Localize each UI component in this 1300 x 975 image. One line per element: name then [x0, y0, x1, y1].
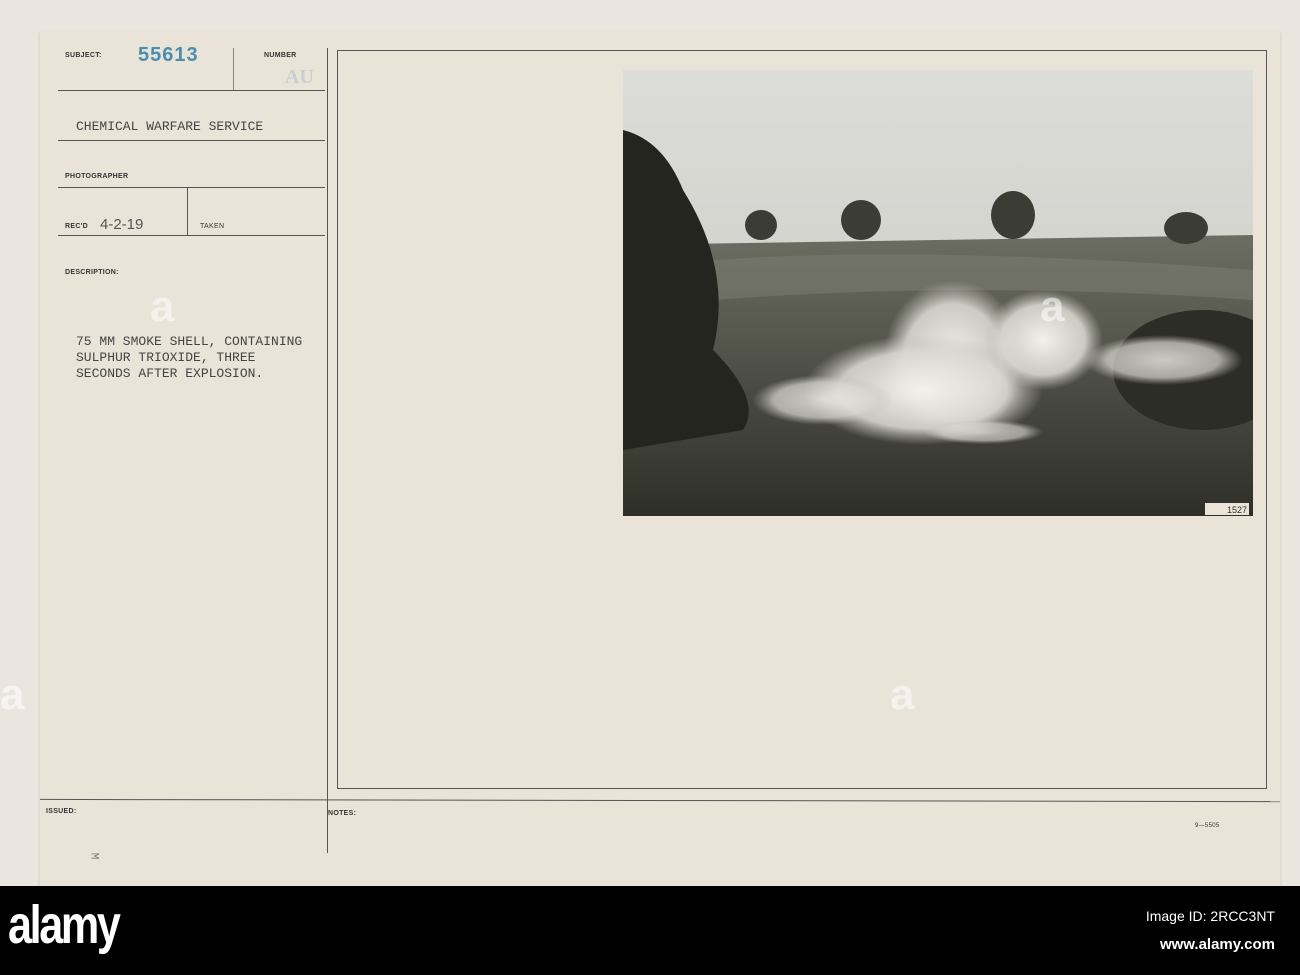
watermark-footer: alamy Image ID: 2RCC3NT www.alamy.com — [0, 886, 1300, 975]
number-value: AU — [285, 66, 314, 88]
notes-label: NOTES: — [328, 810, 357, 817]
number-label: NUMBER — [264, 52, 297, 59]
alamy-logo: alamy — [8, 895, 121, 955]
divider — [40, 798, 1280, 803]
column-divider — [327, 48, 328, 853]
form-number: 9—5505 — [1195, 823, 1220, 829]
divider — [58, 140, 325, 141]
subject-number: 55613 — [138, 44, 199, 66]
watermark: a — [0, 670, 25, 719]
divider — [58, 90, 325, 91]
description: 75 MM SMOKE SHELL, CONTAINING SULPHUR TR… — [76, 334, 302, 382]
divider — [233, 48, 234, 90]
description-line: SULPHUR TRIOXIDE, THREE — [76, 350, 256, 365]
taken-label: TAKEN — [200, 223, 225, 230]
watermark: a — [150, 282, 175, 331]
watermark: a — [1040, 282, 1065, 331]
description-line: SECONDS AFTER EXPLOSION. — [76, 366, 264, 381]
divider — [187, 187, 188, 235]
divider — [58, 235, 325, 236]
agency: CHEMICAL WARFARE SERVICE — [76, 119, 264, 134]
subject-label: SUBJECT: — [65, 52, 102, 59]
issued-label: ISSUED: — [46, 808, 77, 815]
image-id: Image ID: 2RCC3NT — [1145, 908, 1275, 924]
divider — [58, 187, 325, 188]
recd-value: 4-2-19 — [100, 216, 144, 233]
photographer-label: PHOTOGRAPHER — [65, 173, 129, 180]
photograph-smoke-shell-explosion: 1527 — [623, 70, 1293, 516]
issued-mark: M — [87, 852, 100, 860]
photo-number: 1527 — [1226, 505, 1247, 515]
watermark: a — [890, 670, 915, 719]
recd-label: REC'D — [65, 223, 88, 230]
description-label: DESCRIPTION: — [65, 269, 119, 276]
alamy-url: www.alamy.com — [1159, 936, 1275, 953]
description-line: 75 MM SMOKE SHELL, CONTAINING — [76, 334, 303, 349]
